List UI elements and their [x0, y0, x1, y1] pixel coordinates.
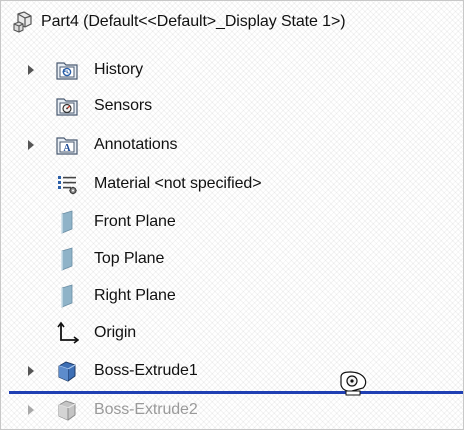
expand-arrow-icon[interactable] [28, 140, 34, 150]
tree-item-label: History [94, 61, 144, 78]
expand-arrow-icon[interactable] [28, 405, 34, 415]
feature-manager-tree: Part4 (Default<<Default>_Display State 1… [0, 0, 464, 430]
tree-item-label: Top Plane [94, 250, 165, 267]
tree-item-boss-extrude1[interactable]: Boss-Extrude1 [1, 352, 463, 390]
extrude-icon [55, 398, 79, 422]
history-folder-icon [55, 58, 79, 82]
part-icon [11, 10, 35, 34]
tree-item-annotations[interactable]: A Annotations [1, 126, 463, 164]
sensors-folder-icon [55, 94, 79, 118]
tree-item-right-plane[interactable]: Right Plane [1, 277, 463, 315]
svg-text:A: A [63, 143, 71, 154]
plane-icon [55, 210, 79, 234]
plane-icon [55, 247, 79, 271]
expand-arrow-icon[interactable] [28, 366, 34, 376]
tree-item-material[interactable]: Material <not specified> [1, 165, 463, 203]
tree-item-label: Right Plane [94, 287, 176, 304]
tree-item-label: Origin [94, 324, 137, 341]
plane-icon [55, 284, 79, 308]
tree-item-front-plane[interactable]: Front Plane [1, 203, 463, 241]
root-label: Part4 (Default<<Default>_Display State 1… [41, 13, 346, 30]
tree-item-origin[interactable]: Origin [1, 314, 463, 352]
tree-item-history[interactable]: History [1, 51, 463, 89]
tree-item-top-plane[interactable]: Top Plane [1, 240, 463, 278]
origin-icon [55, 321, 80, 345]
tree-item-label: Boss-Extrude1 [94, 362, 198, 379]
material-icon [55, 172, 79, 196]
extrude-icon [55, 359, 79, 383]
tree-item-label: Annotations [94, 136, 178, 153]
tree-item-sensors[interactable]: Sensors [1, 87, 463, 125]
expand-arrow-icon[interactable] [28, 65, 34, 75]
tree-item-boss-extrude2[interactable]: Boss-Extrude2 [1, 391, 463, 429]
tree-item-label: Material <not specified> [94, 175, 262, 192]
annotations-folder-icon: A [55, 133, 79, 157]
tree-root-part[interactable]: Part4 (Default<<Default>_Display State 1… [1, 3, 463, 41]
tree-item-label: Sensors [94, 97, 152, 114]
tree-item-label: Front Plane [94, 213, 176, 230]
tree-item-label: Boss-Extrude2 [94, 401, 198, 418]
